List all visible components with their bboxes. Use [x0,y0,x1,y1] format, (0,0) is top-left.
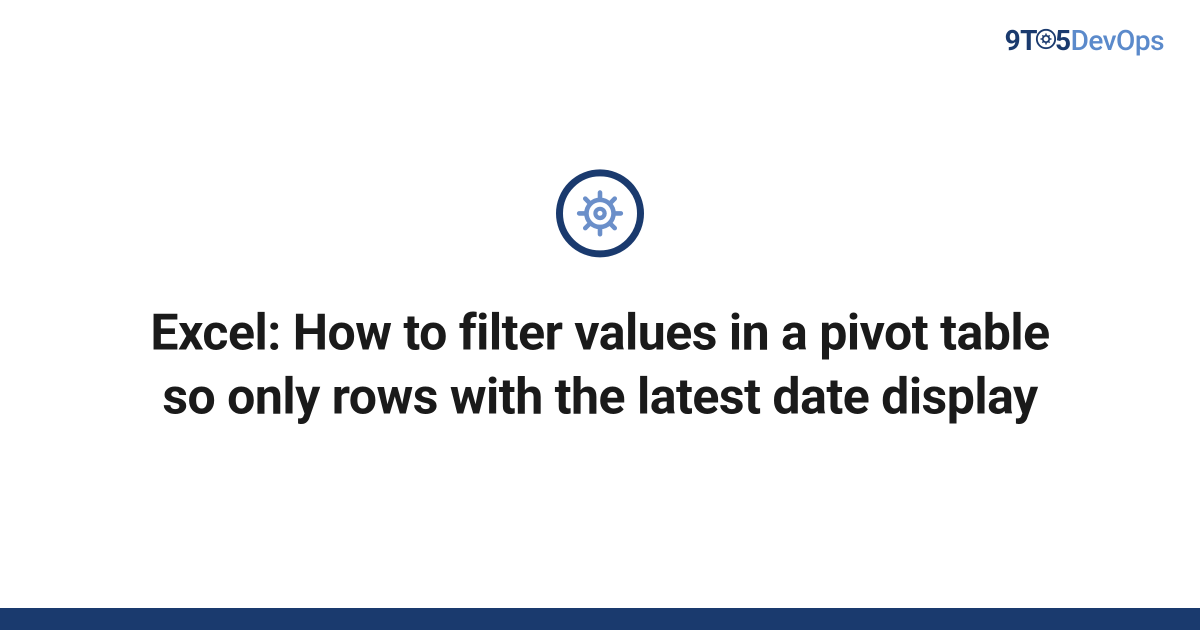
logo-prefix: 9T [1005,24,1037,57]
main-content: Excel: How to filter values in a pivot t… [0,169,1200,429]
site-logo: 9T 5DevOps [1005,24,1164,59]
footer-bar [0,608,1200,630]
logo-suffix: 5 [1055,24,1071,57]
gear-icon [1035,24,1057,57]
page-title: Excel: How to filter values in a pivot t… [120,301,1080,429]
logo-brand: DevOps [1071,24,1164,57]
gear-circle-icon [556,169,644,257]
